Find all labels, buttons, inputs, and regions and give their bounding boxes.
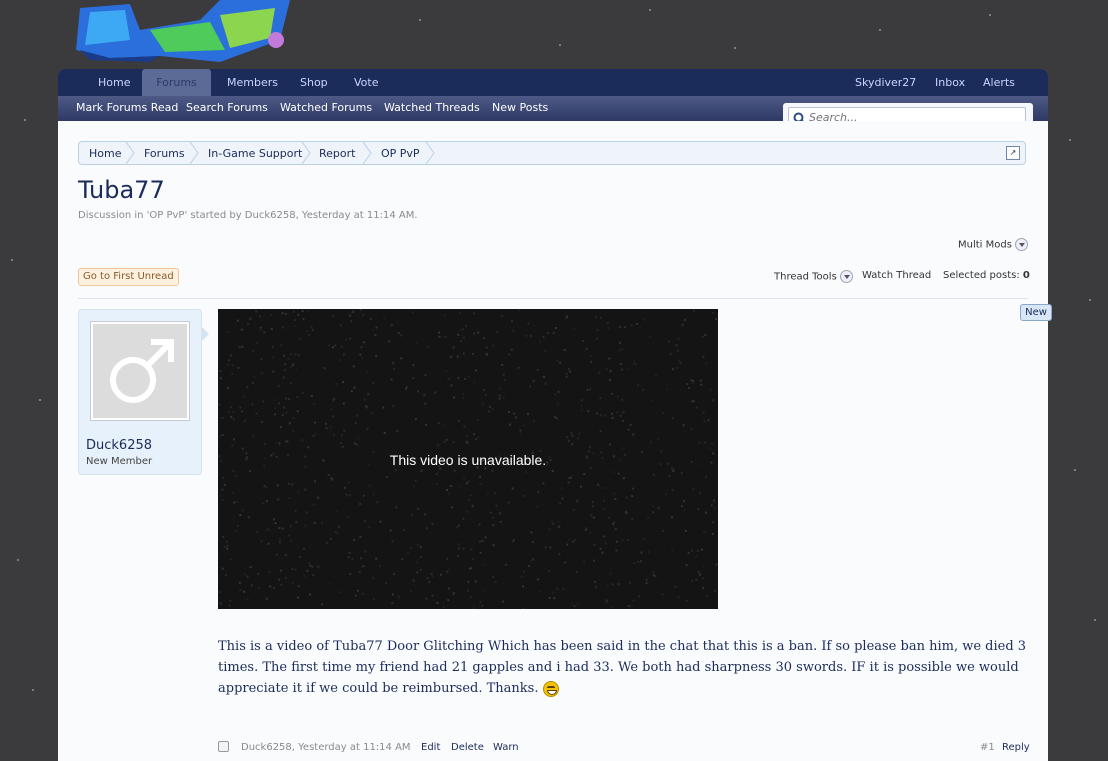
nav-vote[interactable]: Vote xyxy=(354,69,378,96)
reply-link[interactable]: Reply xyxy=(1002,742,1030,753)
breadcrumb-separator xyxy=(125,142,135,164)
divider xyxy=(78,298,1028,299)
nav-home[interactable]: Home xyxy=(98,69,130,96)
chevron-down-icon xyxy=(840,270,853,283)
warn-link[interactable]: Warn xyxy=(493,742,519,753)
new-posts-link[interactable]: New Posts xyxy=(492,96,548,120)
thread-title: Tuba77 xyxy=(78,176,165,204)
video-unavailable-message: This video is unavailable. xyxy=(218,452,718,468)
edit-link[interactable]: Edit xyxy=(421,742,440,753)
main-nav: Home Forums Members Shop Vote Skydiver27… xyxy=(58,69,1048,96)
post-body: This is a video of Tuba77 Door Glitching… xyxy=(218,636,1028,699)
breadcrumb-separator xyxy=(425,142,435,164)
multi-mods-menu[interactable]: Multi Mods xyxy=(958,238,1028,251)
male-symbol-icon xyxy=(93,324,187,418)
embedded-video[interactable]: This video is unavailable. xyxy=(218,309,718,609)
breadcrumb-in-game-support[interactable]: In-Game Support xyxy=(208,142,302,165)
go-to-first-unread-button[interactable]: Go to First Unread xyxy=(78,268,179,286)
nav-alerts[interactable]: Alerts xyxy=(983,69,1015,96)
nav-members[interactable]: Members xyxy=(227,69,278,96)
breadcrumb-forums[interactable]: Forums xyxy=(144,142,185,165)
watched-forums-link[interactable]: Watched Forums xyxy=(280,96,372,120)
breadcrumb-jump-icon[interactable]: ↗ xyxy=(1006,146,1020,160)
breadcrumb-separator xyxy=(362,142,372,164)
delete-link[interactable]: Delete xyxy=(451,742,484,753)
select-post-checkbox[interactable] xyxy=(218,741,229,752)
breadcrumb-report[interactable]: Report xyxy=(319,142,355,165)
avatar[interactable] xyxy=(90,321,190,421)
multi-mods-label: Multi Mods xyxy=(958,240,1012,251)
nav-user-account[interactable]: Skydiver27 xyxy=(855,69,916,96)
chevron-down-icon xyxy=(1015,238,1028,251)
breadcrumb: Home Forums In-Game Support Report OP Pv… xyxy=(78,141,1026,165)
nav-shop[interactable]: Shop xyxy=(300,69,328,96)
watched-threads-link[interactable]: Watched Threads xyxy=(384,96,480,120)
search-forums-link[interactable]: Search Forums xyxy=(186,96,268,120)
post-text: This is a video of Tuba77 Door Glitching… xyxy=(218,639,1026,696)
smiley-icon xyxy=(543,681,559,697)
nav-inbox[interactable]: Inbox xyxy=(935,69,965,96)
post-number[interactable]: #1 xyxy=(980,742,995,753)
breadcrumb-op-pvp[interactable]: OP PvP xyxy=(381,142,420,165)
breadcrumb-home[interactable]: Home xyxy=(89,142,121,165)
site-logo[interactable] xyxy=(70,0,300,66)
username[interactable]: Duck6258 xyxy=(86,438,152,453)
thread-tools-menu[interactable]: Thread Tools xyxy=(774,270,853,283)
user-card: Duck6258 New Member xyxy=(78,309,202,475)
nav-forums[interactable]: Forums xyxy=(142,69,211,96)
selected-posts: Selected posts: 0 xyxy=(943,270,1030,281)
user-card-arrow xyxy=(201,326,209,342)
breadcrumb-separator xyxy=(189,142,199,164)
selected-posts-label: Selected posts: xyxy=(943,270,1020,281)
new-badge: New xyxy=(1020,304,1052,321)
user-title: New Member xyxy=(86,456,152,467)
post-meta[interactable]: Duck6258, Yesterday at 11:14 AM xyxy=(241,742,411,753)
selected-posts-count: 0 xyxy=(1023,270,1030,281)
thread-tools-label: Thread Tools xyxy=(774,272,837,283)
thread-meta: Discussion in 'OP PvP' started by Duck62… xyxy=(78,210,418,221)
watch-thread-link[interactable]: Watch Thread xyxy=(862,270,931,281)
breadcrumb-separator xyxy=(301,142,311,164)
mark-forums-read-link[interactable]: Mark Forums Read xyxy=(76,96,178,120)
